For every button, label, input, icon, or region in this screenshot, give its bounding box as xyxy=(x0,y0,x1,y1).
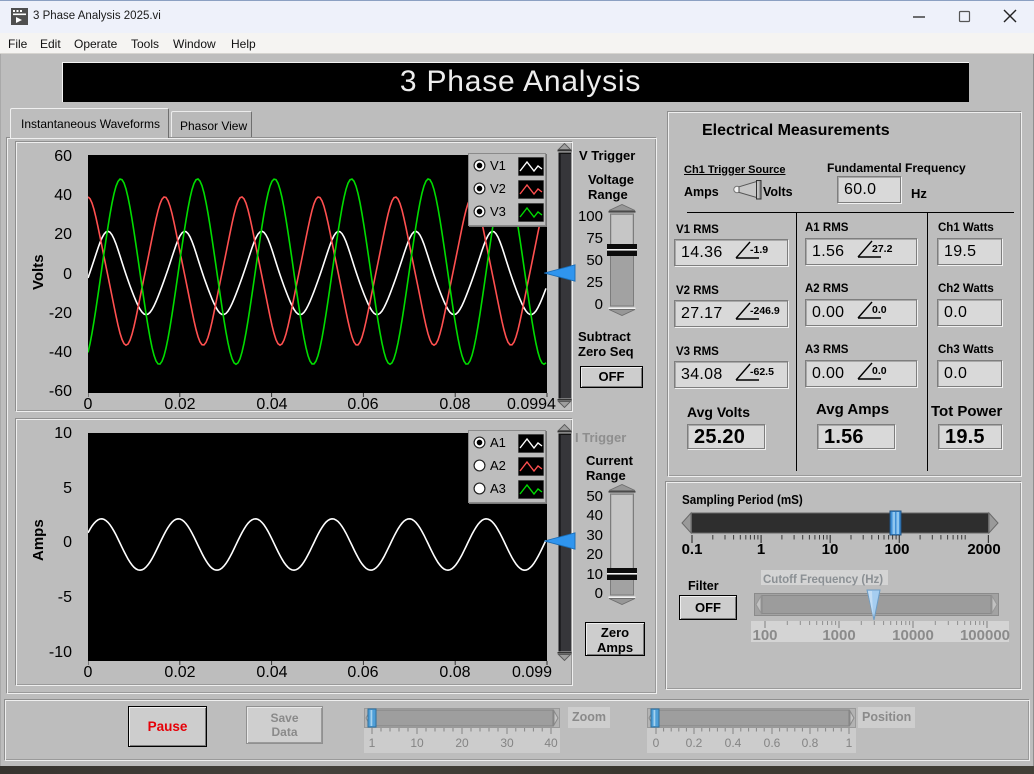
svg-text:-62.5: -62.5 xyxy=(750,366,774,378)
svg-text:-1.9: -1.9 xyxy=(750,244,768,256)
svg-text:0.0: 0.0 xyxy=(872,304,887,316)
svg-text:-246.9: -246.9 xyxy=(750,305,780,317)
svg-text:0.0: 0.0 xyxy=(872,365,887,377)
svg-text:27.2: 27.2 xyxy=(872,243,893,255)
